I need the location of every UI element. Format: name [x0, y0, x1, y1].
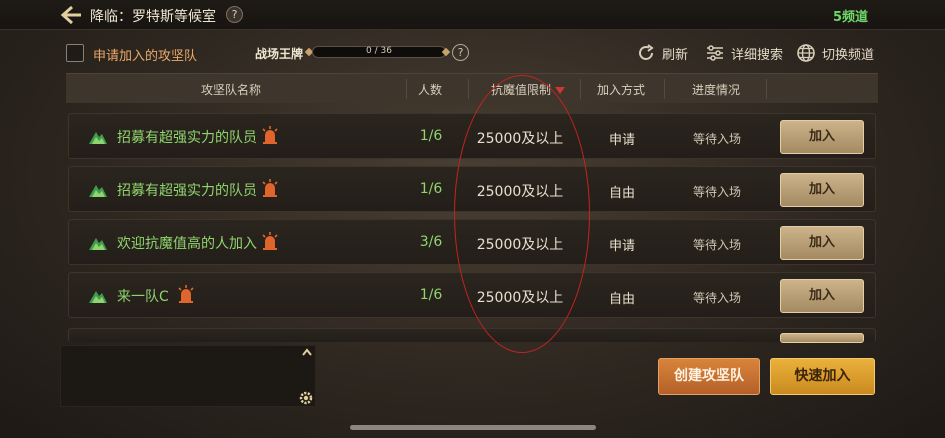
apply-checkbox[interactable] [66, 44, 84, 62]
member-count: 3/6 [419, 234, 443, 250]
switch-channel-button[interactable]: 切换频道 [796, 42, 874, 64]
progress-status: 等待入场 [692, 291, 741, 305]
column-header-limit-label: 抗魔值限制 [490, 83, 551, 97]
member-count: 1/6 [419, 181, 443, 197]
column-header-join-mode: 加入方式 [596, 83, 645, 97]
join-mode: 申请 [608, 239, 635, 254]
column-header-count: 人数 [417, 83, 442, 97]
siren-icon [262, 179, 278, 197]
column-divider [580, 79, 581, 99]
team-name: 招募有超强实力的队员 [117, 130, 257, 146]
medal-help-icon[interactable]: ? [452, 44, 469, 61]
join-button[interactable]: 加入 [780, 279, 864, 313]
top-bar: 降临：罗特斯等候室 ? 5频道 [0, 0, 945, 30]
medal-progress-text: 0 / 36 [366, 46, 392, 56]
column-divider [766, 79, 767, 99]
column-divider [468, 79, 469, 99]
refresh-label: 刷新 [662, 47, 689, 63]
power-limit: 25000及以上 [476, 237, 564, 253]
home-indicator [350, 425, 596, 430]
switch-channel-label: 切换频道 [822, 47, 875, 63]
refresh-icon [639, 44, 654, 60]
table-row[interactable]: 招募有超强实力的队员 1/6 25000及以上 申请 等待入场 加入 [68, 113, 876, 159]
team-name: 来一队C [117, 289, 169, 305]
chevron-up-icon[interactable] [302, 347, 312, 357]
team-name: 欢迎抗魔值高的人加入 [117, 236, 257, 252]
member-count: 1/6 [419, 128, 443, 144]
join-mode: 自由 [608, 292, 635, 307]
detail-search-button[interactable]: 详细搜索 [705, 42, 783, 64]
table-row[interactable]: 欢迎抗魔值高的人加入 3/6 25000及以上 申请 等待入场 加入 [68, 219, 876, 265]
table-header: 攻坚队名称 人数 抗魔值限制 加入方式 进度情况 [66, 73, 878, 103]
refresh-button[interactable]: 刷新 [636, 42, 688, 64]
join-button[interactable]: 加入 [780, 173, 864, 207]
progress-status: 等待入场 [692, 185, 741, 199]
table-row-partial [68, 328, 876, 343]
medal-label: 战场王牌 [255, 47, 304, 61]
channel-indicator[interactable]: 5频道 [833, 6, 868, 25]
team-emblem-icon [89, 291, 107, 303]
column-divider [664, 79, 665, 99]
column-header-name: 攻坚队名称 [200, 83, 261, 97]
gear-icon[interactable] [298, 390, 314, 406]
page-title: 降临：罗特斯等候室 [90, 9, 216, 25]
help-icon[interactable]: ? [226, 6, 243, 23]
siren-icon [262, 126, 278, 144]
globe-icon [797, 44, 815, 62]
progress-status: 等待入场 [692, 132, 741, 146]
progress-status: 等待入场 [692, 238, 741, 252]
detail-search-label: 详细搜索 [731, 47, 784, 63]
join-mode: 申请 [608, 133, 635, 148]
sliders-icon [707, 45, 723, 61]
power-limit: 25000及以上 [476, 184, 564, 200]
column-divider [406, 79, 407, 99]
back-arrow-icon[interactable] [60, 5, 82, 25]
power-limit: 25000及以上 [476, 131, 564, 147]
apply-checkbox-label: 申请加入的攻坚队 [93, 49, 198, 64]
team-emblem-icon [89, 185, 107, 197]
chat-box[interactable] [60, 345, 316, 407]
join-button[interactable]: 加入 [780, 226, 864, 260]
team-emblem-icon [89, 238, 107, 250]
join-button[interactable]: 加入 [780, 120, 864, 154]
sort-desc-icon [555, 87, 565, 94]
team-emblem-icon [89, 132, 107, 144]
column-header-limit[interactable]: 抗魔值限制 [478, 81, 578, 98]
power-limit: 25000及以上 [476, 290, 564, 306]
join-mode: 自由 [608, 186, 635, 201]
medal-progress-bar: 0 / 36 [312, 46, 446, 58]
create-team-button[interactable]: 创建攻坚队 [658, 358, 760, 395]
table-row[interactable]: 来一队C 1/6 25000及以上 自由 等待入场 加入 [68, 272, 876, 318]
column-header-progress: 进度情况 [691, 83, 740, 97]
table-row[interactable]: 招募有超强实力的队员 1/6 25000及以上 自由 等待入场 加入 [68, 166, 876, 212]
team-name: 招募有超强实力的队员 [117, 183, 257, 199]
quick-join-button[interactable]: 快速加入 [770, 358, 875, 395]
member-count: 1/6 [419, 287, 443, 303]
join-button-partial [780, 333, 864, 343]
siren-icon [262, 232, 278, 250]
siren-icon [178, 285, 194, 303]
